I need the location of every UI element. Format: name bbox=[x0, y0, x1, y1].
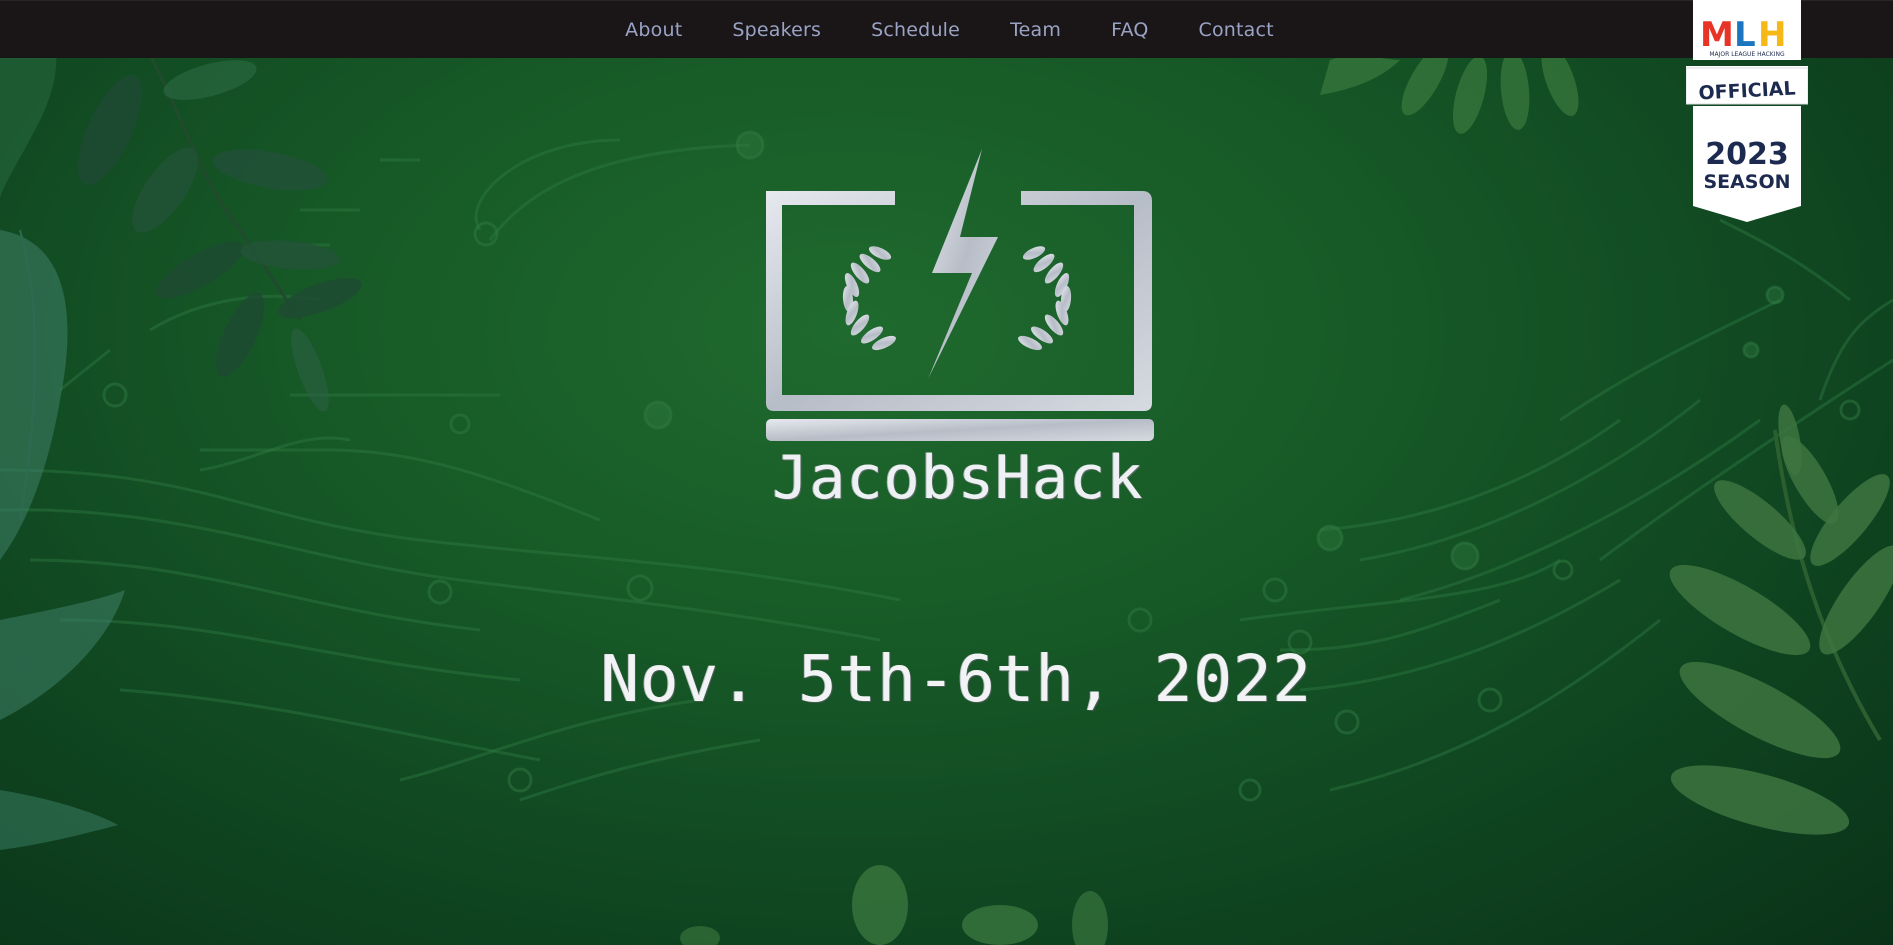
mlh-logo-m: M bbox=[1700, 15, 1734, 55]
nav-link-faq[interactable]: FAQ bbox=[1086, 19, 1173, 41]
event-date: Nov. 5th-6th, 2022 bbox=[600, 643, 1313, 717]
jacobshack-logo bbox=[766, 149, 1154, 441]
lightning-bolt-icon bbox=[928, 149, 998, 379]
mlh-logo-l: L bbox=[1734, 15, 1756, 55]
nav-link-schedule[interactable]: Schedule bbox=[846, 19, 985, 41]
nav-link-speakers[interactable]: Speakers bbox=[707, 19, 846, 41]
mlh-subtitle: MAJOR LEAGUE HACKING bbox=[1709, 51, 1785, 58]
brand-name: JacobsHack bbox=[772, 443, 1144, 513]
mlh-logo: M L H bbox=[1700, 15, 1786, 55]
nav-link-team[interactable]: Team bbox=[985, 19, 1086, 41]
nav-menu: About Speakers Schedule Team FAQ Contact bbox=[600, 19, 1299, 41]
mlh-logo-h: H bbox=[1758, 15, 1786, 55]
nav-link-contact[interactable]: Contact bbox=[1174, 19, 1299, 41]
mlh-badge[interactable]: M L H MAJOR LEAGUE HACKING OFFICIAL 2023… bbox=[1686, 0, 1808, 224]
mlh-year: 2023 bbox=[1705, 137, 1789, 172]
nav-link-about[interactable]: About bbox=[600, 19, 707, 41]
top-navbar: About Speakers Schedule Team FAQ Contact bbox=[0, 0, 1893, 58]
mlh-season: SEASON bbox=[1703, 171, 1790, 193]
